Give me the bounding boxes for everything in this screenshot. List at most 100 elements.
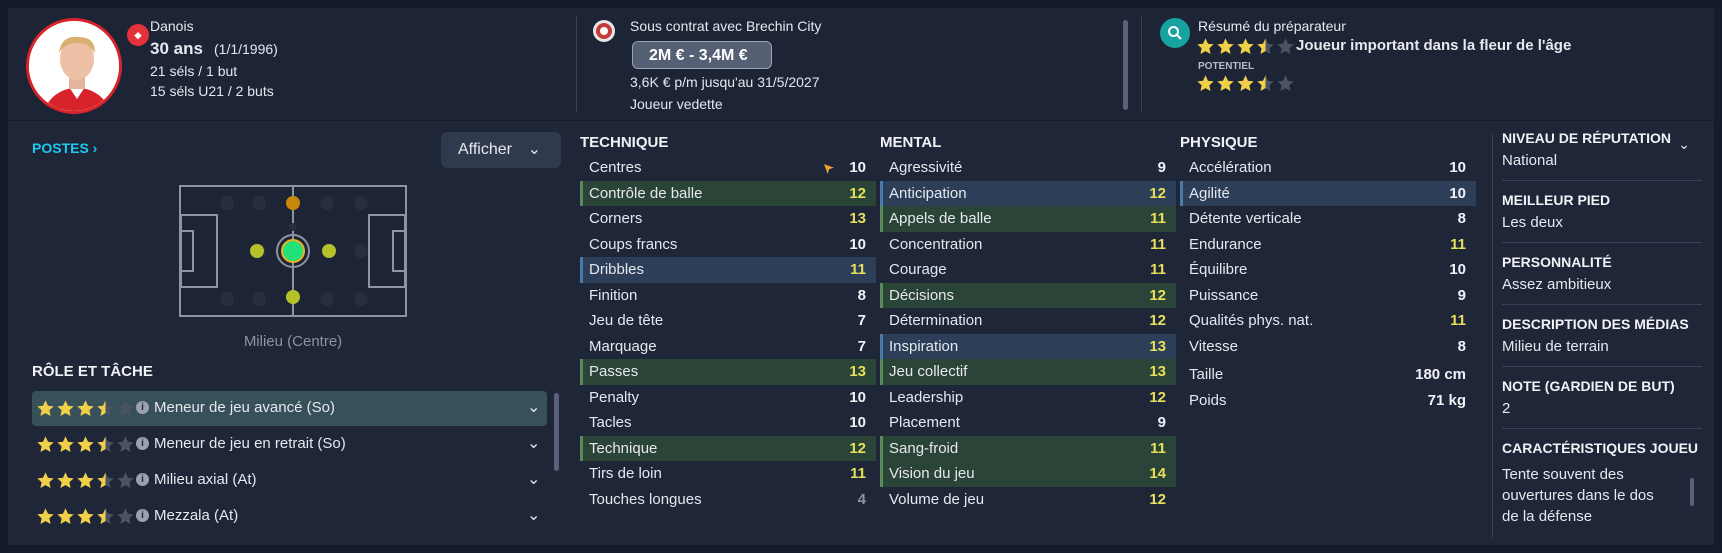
attribute-row[interactable]: Vitesse 8: [1180, 334, 1476, 360]
scrollbar[interactable]: [1690, 478, 1694, 506]
wage-contract: 3,6K € p/m jusqu'au 31/5/2027: [630, 74, 820, 90]
attribute-name: Jeu de tête: [589, 312, 664, 329]
attribute-row[interactable]: Détermination 12: [880, 308, 1176, 334]
attribute-row[interactable]: Marquage 7: [580, 334, 876, 360]
attribute-name: Leadership: [889, 388, 964, 406]
attribute-value: 12: [1149, 388, 1166, 406]
attribute-row[interactable]: Jeu de tête 7: [580, 308, 876, 334]
attribute-row[interactable]: Jeu collectif 13: [880, 359, 1176, 385]
attribute-value: 11: [850, 465, 866, 482]
role-item[interactable]: i Meneur de jeu en retrait (So) ⌄: [32, 427, 547, 462]
scout-search-icon[interactable]: [1160, 18, 1190, 48]
attribute-name: Contrôle de balle: [589, 184, 703, 202]
reputation-title: NIVEAU DE RÉPUTATION: [1502, 130, 1672, 146]
role-stars: [36, 471, 135, 490]
attribute-name: Tacles: [589, 414, 632, 431]
star-icon: [117, 400, 134, 417]
attribute-row[interactable]: Détente verticale 8: [1180, 206, 1476, 232]
attribute-name: Placement: [889, 414, 960, 431]
player-age: 30 ans: [150, 39, 203, 58]
weight-label: Poids: [1189, 391, 1227, 409]
positions-link[interactable]: POSTES ›: [32, 140, 97, 156]
attribute-row[interactable]: Endurance 11: [1180, 232, 1476, 258]
attribute-row[interactable]: Tacles 10: [580, 410, 876, 436]
info-icon[interactable]: i: [136, 509, 149, 522]
attribute-row[interactable]: Accélération 10: [1180, 155, 1476, 181]
personality-block: PERSONNALITÉ Assez ambitieux: [1502, 254, 1702, 305]
star-icon: [37, 436, 54, 453]
attribute-row[interactable]: Agilité 10: [1180, 180, 1476, 206]
attribute-name: Finition: [589, 286, 638, 304]
attribute-name: Agilité: [1189, 184, 1230, 202]
chevron-down-icon[interactable]: ⌄: [527, 433, 540, 453]
attribute-value: 10: [1449, 261, 1466, 278]
scrollbar[interactable]: [1123, 20, 1128, 110]
attribute-row[interactable]: Technique 12: [580, 435, 876, 461]
attribute-name: Inspiration: [889, 337, 959, 355]
role-item[interactable]: i Meneur de jeu avancé (So) ⌄: [32, 391, 547, 426]
role-item[interactable]: i Milieu axial (At) ⌄: [32, 463, 547, 498]
preferred-foot-title: MEILLEUR PIED: [1502, 192, 1611, 208]
star-icon: [117, 508, 134, 525]
chevron-down-icon[interactable]: ⌄: [1678, 136, 1690, 153]
attribute-value: 11: [1150, 261, 1166, 278]
star-icon: [1197, 38, 1214, 55]
attribute-row[interactable]: Centres ➤ 10: [580, 155, 876, 181]
attribute-row[interactable]: Tirs de loin 11: [580, 461, 876, 487]
u21-caps: 15 séls U21 / 2 buts: [150, 83, 274, 99]
attribute-name: Vitesse: [1189, 337, 1238, 355]
star-icon: [37, 472, 54, 489]
attribute-value: 13: [1149, 337, 1166, 355]
attribute-row[interactable]: Corners 13: [580, 206, 876, 232]
info-icon[interactable]: i: [136, 473, 149, 486]
attribute-value: 12: [1149, 184, 1166, 202]
club-crest-icon: [593, 20, 615, 42]
attribute-row[interactable]: Contrôle de balle 12: [580, 180, 876, 206]
attribute-row[interactable]: Concentration 11: [880, 232, 1176, 258]
role-item[interactable]: i Mezzala (At) ⌄: [32, 499, 547, 534]
attribute-name: Sang-froid: [889, 439, 959, 457]
star-icon: [117, 436, 134, 453]
attribute-row[interactable]: Touches longues 4: [580, 487, 876, 513]
potential-label: POTENTIEL: [1198, 61, 1255, 72]
attribute-row[interactable]: Finition 8: [580, 283, 876, 309]
attribute-row[interactable]: Coups francs 10: [580, 232, 876, 258]
attribute-row[interactable]: Appels de balle 11: [880, 206, 1176, 232]
attribute-row[interactable]: Passes 13: [580, 359, 876, 385]
attribute-row[interactable]: Sang-froid 11: [880, 435, 1176, 461]
attribute-row[interactable]: Agressivité 9: [880, 155, 1176, 181]
attribute-row[interactable]: Penalty 10: [580, 385, 876, 411]
attribute-row[interactable]: Décisions 12: [880, 282, 1176, 308]
show-dropdown[interactable]: Afficher ⌄: [441, 132, 561, 168]
chevron-down-icon[interactable]: ⌄: [527, 505, 540, 525]
attribute-row[interactable]: Anticipation 12: [880, 180, 1176, 206]
attribute-row[interactable]: Courage 11: [880, 257, 1176, 283]
attribute-row[interactable]: Qualités phys. nat. 11: [1180, 308, 1476, 334]
info-icon[interactable]: i: [136, 437, 149, 450]
contract-club[interactable]: Sous contrat avec Brechin City: [630, 18, 821, 34]
attribute-name: Dribbles: [589, 261, 645, 278]
attribute-value: 13: [849, 363, 866, 380]
star-icon: [37, 508, 54, 525]
chevron-down-icon[interactable]: ⌄: [527, 397, 540, 417]
info-icon[interactable]: i: [136, 401, 149, 414]
attribute-row[interactable]: Puissance 9: [1180, 283, 1476, 309]
attribute-name: Décisions: [889, 286, 955, 304]
attribute-row[interactable]: Placement 9: [880, 410, 1176, 436]
preferred-foot-block: MEILLEUR PIED Les deux: [1502, 192, 1702, 243]
attribute-row[interactable]: Équilibre 10: [1180, 257, 1476, 283]
attribute-row[interactable]: Dribbles 11: [580, 257, 876, 283]
star-icon: [57, 400, 74, 417]
attribute-value: 10: [849, 159, 866, 176]
physique-rows: Accélération 10 Agilité 10 Détente verticale…: [1180, 155, 1476, 359]
physique-column: PHYSIQUE Accélération 10 Agilité 10 Détente …: [1180, 130, 1476, 413]
height-value: 180 cm: [1415, 366, 1466, 383]
attribute-row[interactable]: Leadership 12: [880, 385, 1176, 411]
star-icon: [77, 472, 94, 489]
attribute-row[interactable]: Volume de jeu 12: [880, 487, 1176, 513]
chevron-down-icon[interactable]: ⌄: [527, 469, 540, 489]
attribute-row[interactable]: Inspiration 13: [880, 333, 1176, 359]
attribute-row[interactable]: Vision du jeu 14: [880, 461, 1176, 487]
attribute-name: Puissance: [1189, 286, 1259, 304]
scrollbar[interactable]: [554, 393, 559, 471]
